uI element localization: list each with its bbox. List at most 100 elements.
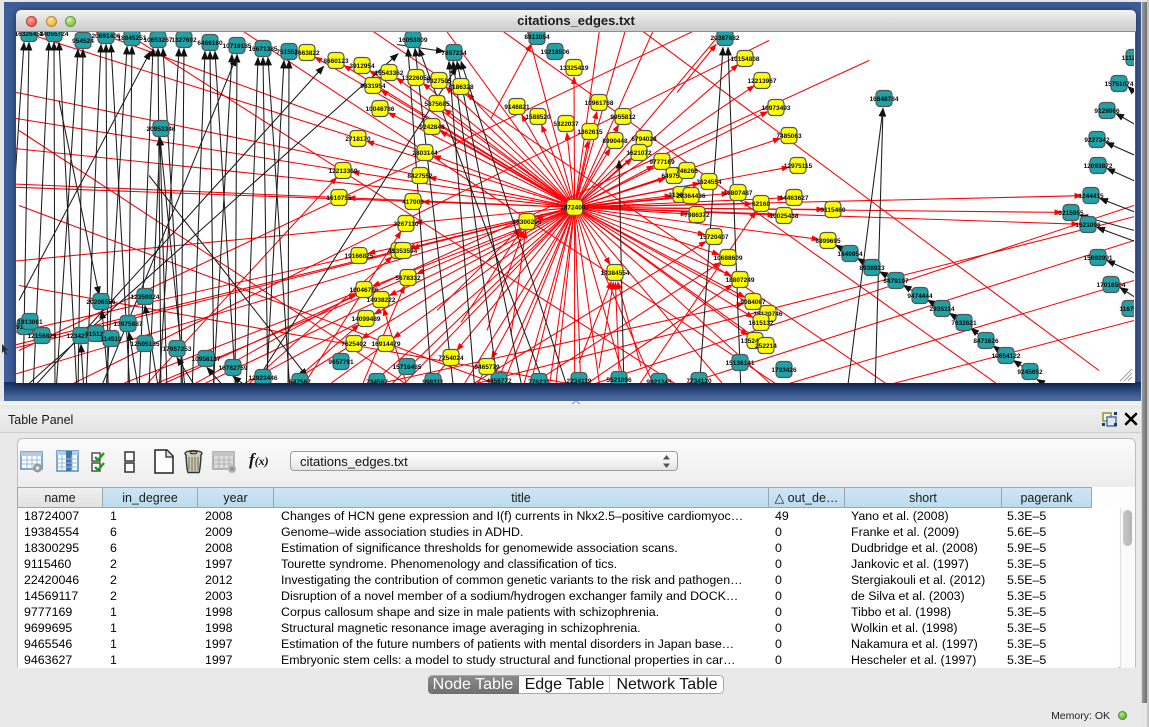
svg-text:6479197: 6479197 bbox=[883, 278, 909, 285]
svg-text:3267110: 3267110 bbox=[394, 221, 419, 228]
svg-text:10958127: 10958127 bbox=[192, 356, 221, 363]
svg-text:14099489: 14099489 bbox=[352, 316, 381, 323]
svg-text:2935114: 2935114 bbox=[930, 306, 955, 313]
svg-text:7632621: 7632621 bbox=[951, 320, 977, 327]
svg-text:10654122: 10654122 bbox=[992, 353, 1021, 360]
svg-text:15716485: 15716485 bbox=[393, 364, 422, 371]
svg-text:5875685: 5875685 bbox=[424, 101, 450, 108]
svg-text:5322037: 5322037 bbox=[553, 121, 579, 128]
svg-text:10025438: 10025438 bbox=[770, 213, 799, 220]
svg-text:9146821: 9146821 bbox=[504, 104, 530, 111]
svg-text:14463627: 14463627 bbox=[780, 195, 809, 202]
svg-text:1588520: 1588520 bbox=[525, 114, 551, 121]
svg-text:16848784: 16848784 bbox=[870, 96, 899, 103]
svg-text:8660123: 8660123 bbox=[323, 58, 349, 65]
svg-text:15751074: 15751074 bbox=[1105, 81, 1134, 88]
svg-text:16053809: 16053809 bbox=[399, 37, 428, 44]
svg-text:7485063: 7485063 bbox=[776, 133, 802, 140]
svg-text:6794028: 6794028 bbox=[631, 136, 657, 143]
svg-text:5678332: 5678332 bbox=[395, 275, 421, 282]
svg-text:12093872: 12093872 bbox=[1084, 163, 1113, 170]
svg-text:9129966: 9129966 bbox=[1094, 108, 1120, 115]
svg-text:547567: 547567 bbox=[289, 379, 311, 383]
svg-text:12213369: 12213369 bbox=[329, 168, 358, 175]
svg-text:16543362: 16543362 bbox=[375, 70, 404, 77]
svg-text:10653267: 10653267 bbox=[144, 37, 173, 44]
svg-text:18300295: 18300295 bbox=[513, 219, 542, 226]
svg-text:11353594: 11353594 bbox=[389, 248, 418, 255]
svg-text:62160: 62160 bbox=[752, 201, 770, 208]
svg-text:20691406: 20691406 bbox=[92, 33, 121, 40]
svg-text:9474444: 9474444 bbox=[907, 293, 933, 300]
svg-text:20364436: 20364436 bbox=[677, 193, 706, 200]
svg-text:1362615: 1362615 bbox=[577, 129, 603, 136]
svg-text:13975887: 13975887 bbox=[114, 321, 143, 328]
svg-text:7663822: 7663822 bbox=[294, 50, 320, 57]
svg-text:3912954: 3912954 bbox=[349, 63, 375, 70]
svg-text:116753: 116753 bbox=[1119, 306, 1134, 313]
svg-text:1244415: 1244415 bbox=[1078, 193, 1104, 200]
svg-text:1640954: 1640954 bbox=[837, 251, 863, 258]
svg-text:3215955: 3215955 bbox=[1058, 210, 1084, 217]
svg-text:8186328: 8186328 bbox=[448, 84, 474, 91]
svg-text:9084067: 9084067 bbox=[740, 299, 766, 306]
svg-text:12923446: 12923446 bbox=[249, 375, 278, 382]
svg-text:18807249: 18807249 bbox=[726, 277, 755, 284]
svg-text:20206556: 20206556 bbox=[87, 299, 116, 306]
svg-text:10046786: 10046786 bbox=[366, 106, 395, 113]
svg-text:7625402: 7625402 bbox=[341, 341, 367, 348]
svg-text:7857234: 7857234 bbox=[441, 50, 467, 57]
svg-text:13325419: 13325419 bbox=[560, 65, 589, 72]
svg-text:18724007: 18724007 bbox=[560, 205, 589, 212]
svg-text:8938923: 8938923 bbox=[859, 265, 885, 272]
svg-text:2718170: 2718170 bbox=[345, 136, 371, 143]
svg-text:252214: 252214 bbox=[755, 343, 777, 350]
svg-text:1327602: 1327602 bbox=[171, 37, 197, 44]
svg-text:776231: 776231 bbox=[528, 379, 550, 383]
svg-text:1112074: 1112074 bbox=[1122, 55, 1134, 62]
svg-text:7986372: 7986372 bbox=[684, 212, 710, 219]
svg-text:1621096: 1621096 bbox=[1075, 222, 1101, 229]
svg-text:9955812: 9955812 bbox=[610, 114, 636, 121]
svg-text:15692991: 15692991 bbox=[1084, 255, 1113, 262]
svg-text:10973493: 10973493 bbox=[762, 105, 791, 112]
svg-text:19384554: 19384554 bbox=[601, 270, 630, 277]
svg-text:6899695: 6899695 bbox=[815, 238, 841, 245]
svg-text:1913061: 1913061 bbox=[17, 319, 43, 326]
svg-text:20953346: 20953346 bbox=[147, 126, 176, 133]
svg-text:17016504: 17016504 bbox=[1097, 282, 1126, 289]
svg-text:12505135: 12505135 bbox=[131, 341, 160, 348]
svg-text:12359924: 12359924 bbox=[131, 294, 160, 301]
svg-text:14938222: 14938222 bbox=[367, 297, 396, 304]
svg-text:16671385: 16671385 bbox=[249, 46, 278, 53]
svg-text:998311: 998311 bbox=[422, 379, 444, 383]
svg-text:1610755: 1610755 bbox=[326, 195, 352, 202]
svg-text:9921345: 9921345 bbox=[646, 379, 672, 383]
svg-text:746266: 746266 bbox=[676, 168, 698, 175]
svg-text:10961768: 10961768 bbox=[585, 100, 614, 107]
svg-text:9831954: 9831954 bbox=[360, 83, 386, 90]
svg-text:15720407: 15720407 bbox=[700, 234, 729, 241]
svg-text:7254024: 7254024 bbox=[438, 355, 464, 362]
svg-text:10782759: 10782759 bbox=[219, 365, 248, 372]
svg-text:8990448: 8990448 bbox=[602, 138, 628, 145]
svg-text:1621072: 1621072 bbox=[626, 150, 652, 157]
svg-text:19166825: 19166825 bbox=[345, 253, 374, 260]
svg-text:17957253: 17957253 bbox=[163, 346, 192, 353]
svg-text:8471626: 8471626 bbox=[973, 338, 999, 345]
svg-text:9115460: 9115460 bbox=[821, 207, 846, 214]
svg-text:16914479: 16914479 bbox=[372, 341, 401, 348]
svg-text:12213967: 12213967 bbox=[748, 78, 777, 85]
svg-text:10688609: 10688609 bbox=[714, 255, 743, 262]
svg-text:20387682: 20387682 bbox=[711, 35, 740, 42]
svg-text:1733426: 1733426 bbox=[771, 367, 797, 374]
svg-text:417006: 417006 bbox=[402, 199, 424, 206]
svg-text:5521096: 5521096 bbox=[606, 377, 632, 383]
svg-text:1615132: 1615132 bbox=[748, 320, 774, 327]
svg-text:3624554: 3624554 bbox=[696, 179, 722, 186]
svg-text:114519: 114519 bbox=[100, 336, 122, 343]
svg-text:12156829: 12156829 bbox=[28, 333, 57, 340]
svg-text:2234119: 2234119 bbox=[567, 378, 592, 383]
svg-text:10719185: 10719185 bbox=[223, 43, 252, 50]
svg-text:19218506: 19218506 bbox=[541, 49, 570, 56]
